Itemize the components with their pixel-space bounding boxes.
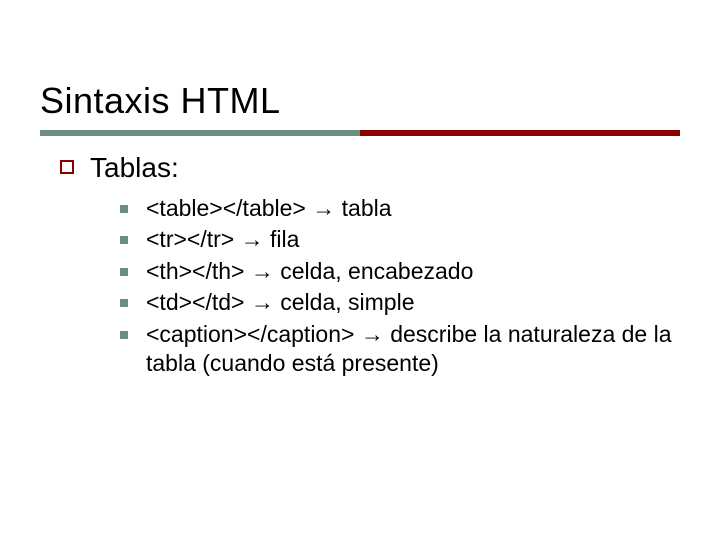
level1-item: Tablas: <box>60 152 680 184</box>
square-bullet-icon <box>60 160 74 174</box>
list-item-text: <th></th> → celda, encabezado <box>146 257 473 286</box>
level1-heading: Tablas: <box>90 152 179 184</box>
list-item: <table></table> → tabla <box>120 194 680 223</box>
list-item-text: <caption></caption> → describe la natura… <box>146 320 680 379</box>
square-bullet-icon <box>120 299 128 307</box>
list-item: <caption></caption> → describe la natura… <box>120 320 680 379</box>
square-bullet-icon <box>120 236 128 244</box>
list-item: <td></td> → celda, simple <box>120 288 680 317</box>
list-item-text: <td></td> → celda, simple <box>146 288 415 317</box>
list-item-text: <table></table> → tabla <box>146 194 392 223</box>
square-bullet-icon <box>120 268 128 276</box>
square-bullet-icon <box>120 205 128 213</box>
title-rule-inner <box>40 130 360 136</box>
square-bullet-icon <box>120 331 128 339</box>
list-item: <tr></tr> → fila <box>120 225 680 254</box>
slide: Sintaxis HTML Tablas: <table></table> → … <box>0 0 720 540</box>
title-rule-outer <box>40 130 680 136</box>
level2-list: <table></table> → tabla <tr></tr> → fila… <box>60 194 680 379</box>
slide-body: Tablas: <table></table> → tabla <tr></tr… <box>40 152 680 379</box>
slide-title: Sintaxis HTML <box>40 80 680 122</box>
list-item-text: <tr></tr> → fila <box>146 225 299 254</box>
list-item: <th></th> → celda, encabezado <box>120 257 680 286</box>
